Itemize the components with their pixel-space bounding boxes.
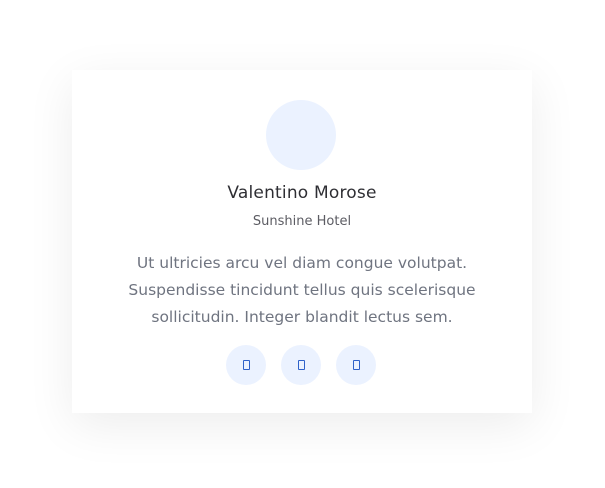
testimonial-card: Valentino Morose Sunshine Hotel Ut ultri…	[72, 70, 532, 413]
quote-line: sollicitudin. Integer blandit lectus sem…	[151, 308, 453, 326]
social-icon	[242, 360, 250, 370]
social-icon	[297, 360, 305, 370]
person-name: Valentino Morose	[227, 183, 377, 203]
quote-line: Ut ultricies arcu vel diam congue volutp…	[136, 254, 468, 272]
avatar	[266, 100, 336, 170]
social-link-3[interactable]	[336, 345, 376, 385]
testimonial-quote: Ut ultricies arcu vel diam congue volutp…	[102, 250, 502, 331]
company-name: Sunshine Hotel	[252, 214, 352, 229]
social-links	[226, 345, 376, 385]
quote-line: Suspendisse tincidunt tellus quis sceler…	[128, 281, 476, 299]
social-link-1[interactable]	[226, 345, 266, 385]
social-icon	[352, 360, 360, 370]
social-link-2[interactable]	[281, 345, 321, 385]
